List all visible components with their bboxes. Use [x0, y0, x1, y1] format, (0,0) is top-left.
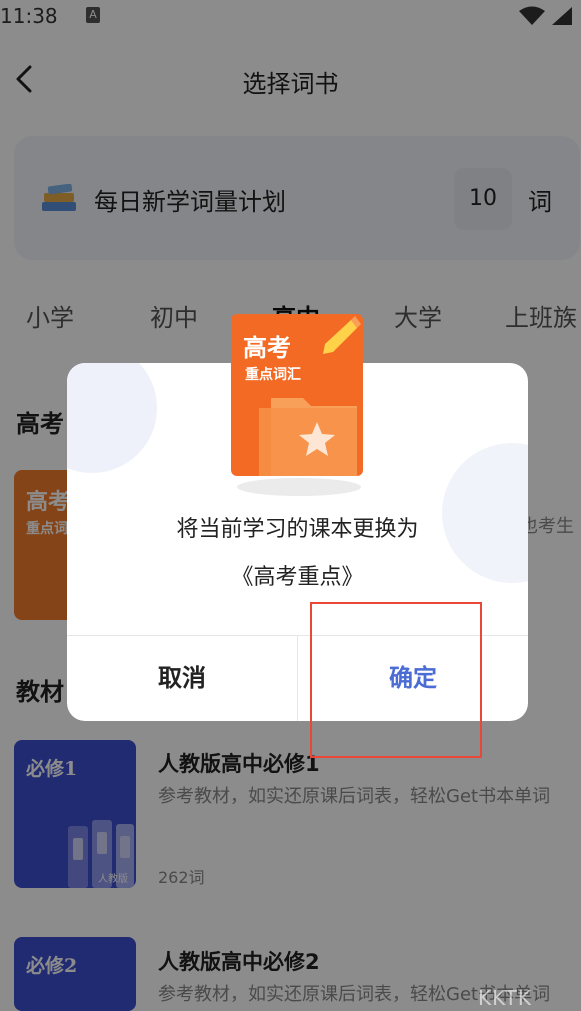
- illustration-title: 高考: [243, 333, 291, 362]
- dialog-decoration: [67, 363, 157, 473]
- cancel-button[interactable]: 取消: [67, 636, 297, 721]
- book-shadow: [237, 478, 361, 496]
- confirm-highlight-annotation: [310, 602, 482, 758]
- dialog-book-illustration: 高考 重点词汇: [229, 314, 365, 478]
- illustration-subtitle: 重点词汇: [245, 367, 301, 383]
- dialog-message: 将当前学习的课本更换为: [176, 517, 419, 542]
- dialog-book-name: 《高考重点》: [231, 565, 364, 590]
- watermark: KKTK: [478, 986, 533, 1010]
